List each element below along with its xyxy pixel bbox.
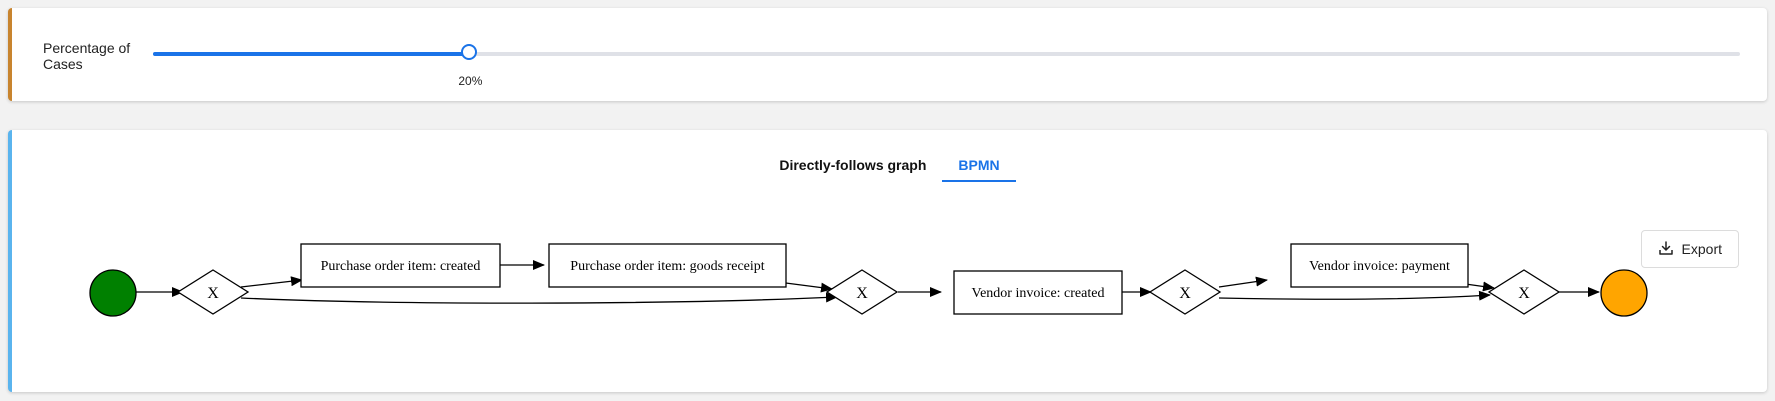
edge-gateway-3-skip	[1218, 290, 1491, 301]
gateway-1[interactable]: X	[176, 269, 250, 315]
task-vi-payment[interactable]: Vendor invoice: payment	[1290, 243, 1469, 288]
filter-card: Percentage of Cases 20%	[8, 8, 1767, 101]
gateway-3-symbol: X	[1179, 285, 1191, 302]
bpmn-diagram: X X X X Purchase order item: created Pur…	[89, 243, 1648, 317]
gateway-2[interactable]: X	[825, 269, 899, 315]
gateway-1-symbol: X	[207, 285, 219, 302]
edge-gateway-1-to-po-created	[240, 276, 303, 288]
percentage-slider-track[interactable]: 20%	[153, 44, 1740, 88]
task-vi-created-label: Vendor invoice: created	[972, 286, 1105, 301]
task-po-goods-receipt[interactable]: Purchase order item: goods receipt	[548, 243, 787, 288]
gateway-2-symbol: X	[856, 285, 868, 302]
start-event[interactable]	[89, 269, 137, 317]
gateway-4-symbol: X	[1518, 285, 1530, 302]
task-vi-payment-label: Vendor invoice: payment	[1309, 259, 1450, 274]
task-po-created-label: Purchase order item: created	[321, 259, 481, 274]
percentage-slider-fill	[153, 52, 471, 56]
gateway-4[interactable]: X	[1487, 269, 1561, 315]
task-vi-created[interactable]: Vendor invoice: created	[953, 270, 1123, 315]
task-po-created[interactable]: Purchase order item: created	[300, 243, 501, 288]
process-model-card: Directly-follows graph BPMN Export X X X…	[8, 130, 1767, 392]
percentage-slider-thumb[interactable]	[461, 44, 478, 60]
edge-gateway-3-to-vi-payment	[1218, 276, 1268, 288]
percentage-slider-value: 20%	[458, 74, 483, 88]
gateway-3[interactable]: X	[1148, 269, 1222, 315]
end-event[interactable]	[1600, 269, 1648, 317]
edge-gateway-1-skip	[240, 292, 838, 304]
percentage-of-cases-label: Percentage of Cases	[43, 40, 131, 72]
task-po-goods-receipt-label: Purchase order item: goods receipt	[570, 259, 764, 274]
